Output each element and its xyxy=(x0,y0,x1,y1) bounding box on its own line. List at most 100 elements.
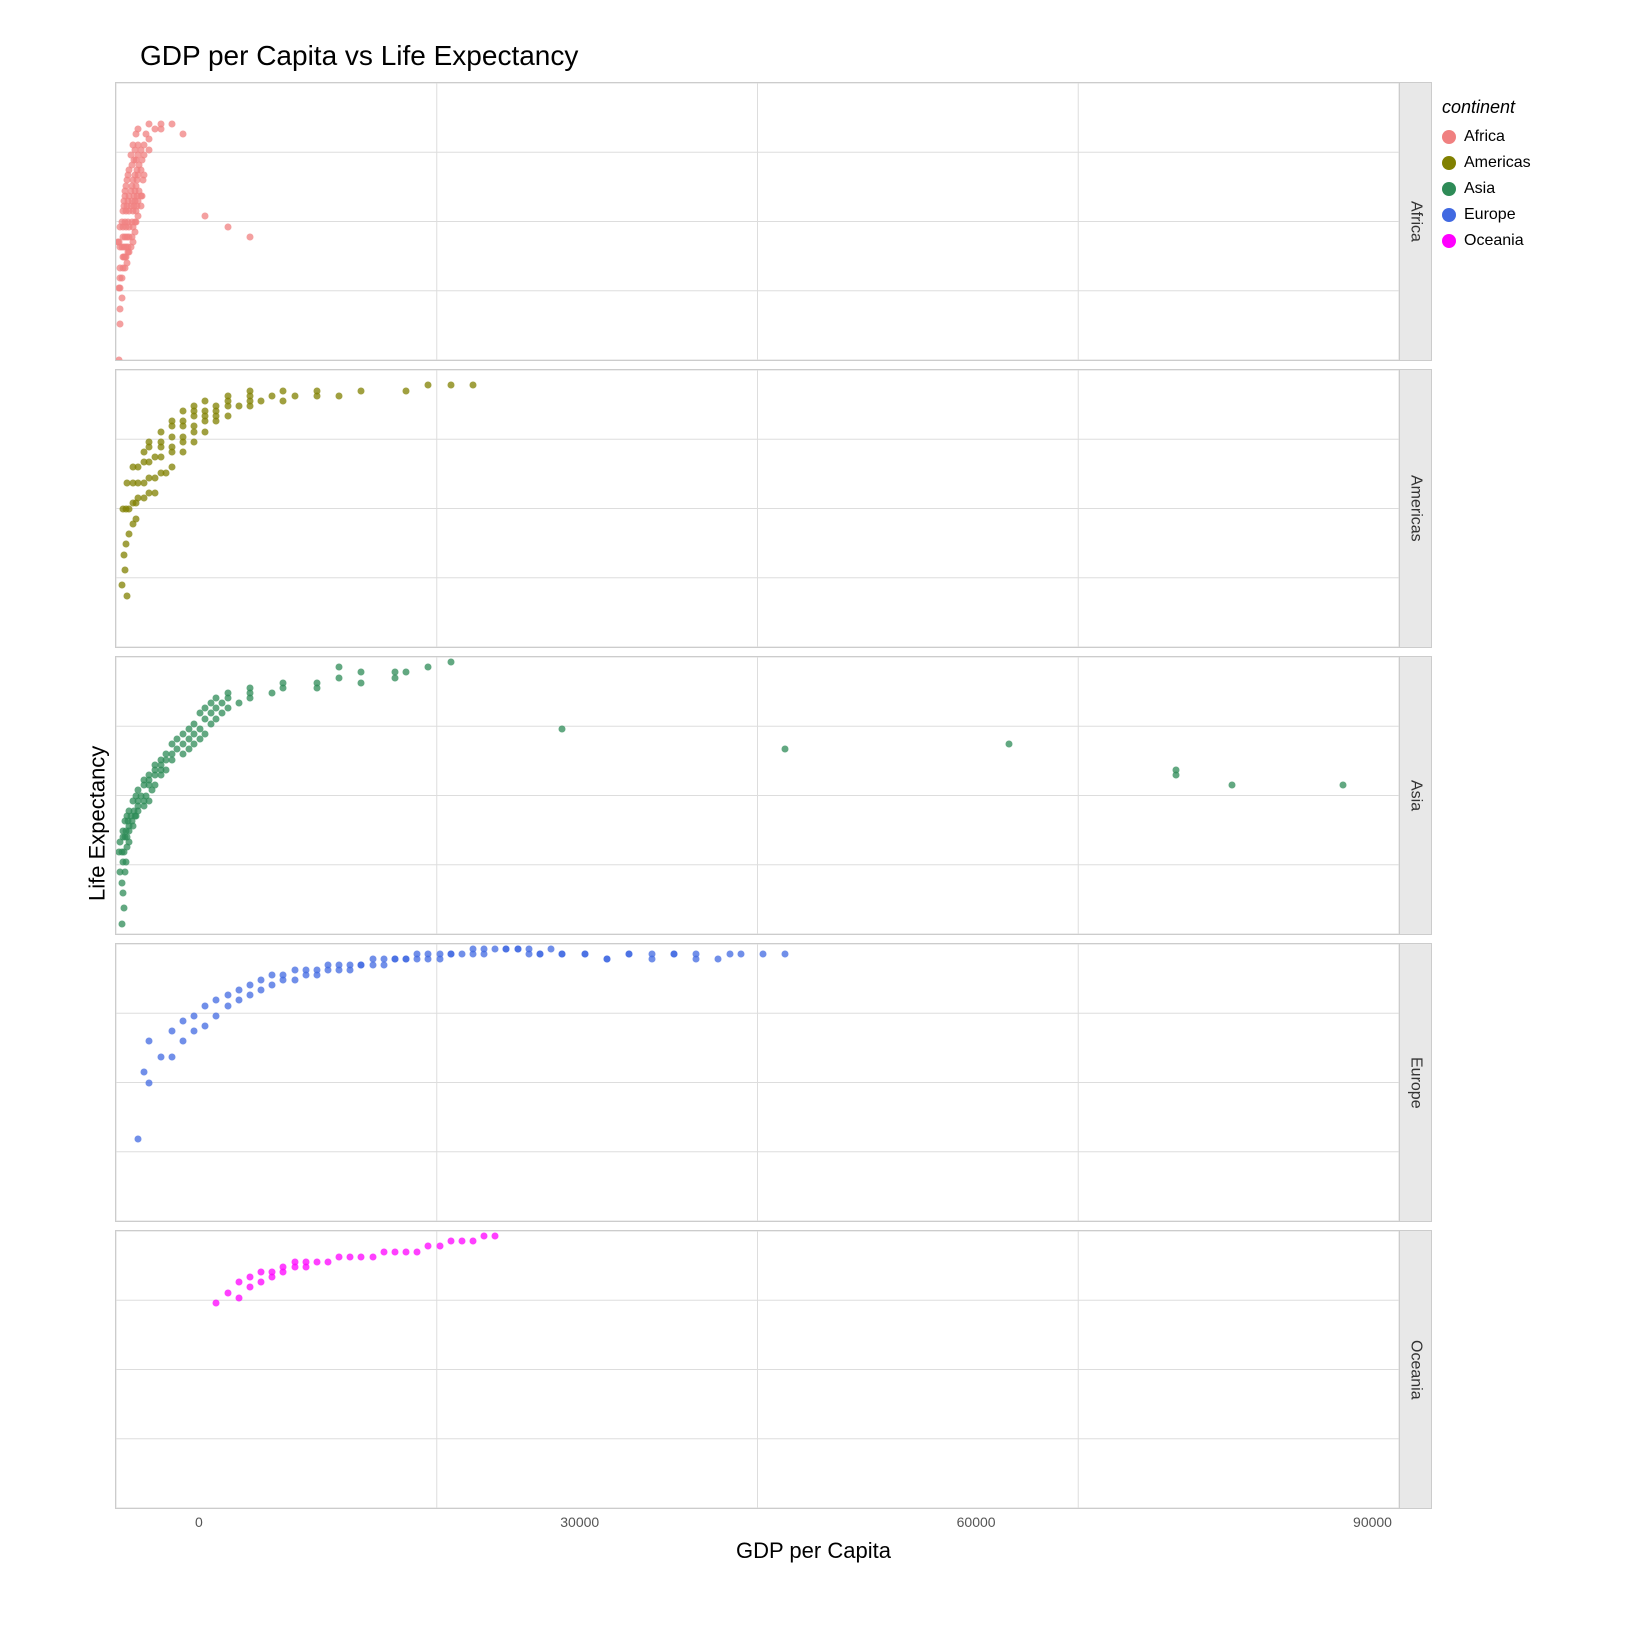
data-point xyxy=(782,746,789,753)
data-point xyxy=(246,1274,253,1281)
data-point xyxy=(358,679,365,686)
data-point xyxy=(358,387,365,394)
data-point xyxy=(369,956,376,963)
data-point xyxy=(258,1279,265,1286)
data-point xyxy=(525,951,532,958)
legend-item-asia: Asia xyxy=(1442,180,1495,198)
data-point xyxy=(213,1299,220,1306)
data-point xyxy=(470,946,477,953)
data-point xyxy=(224,992,231,999)
y-axis-label: Life Expectancy xyxy=(80,82,115,1564)
legend-dot-oceania xyxy=(1442,234,1456,248)
data-point xyxy=(269,982,276,989)
data-point xyxy=(380,956,387,963)
data-point xyxy=(152,490,159,497)
legend-dot-americas xyxy=(1442,156,1456,170)
grid-asia xyxy=(116,657,1399,934)
grid-americas xyxy=(116,370,1399,647)
data-point xyxy=(157,121,164,128)
data-point xyxy=(1340,782,1347,789)
data-point xyxy=(715,956,722,963)
chart-container: GDP per Capita vs Life Expectancy Life E… xyxy=(0,0,1632,1632)
data-point xyxy=(157,428,164,435)
facet-panel-americas: 806040 Americas xyxy=(115,369,1432,648)
legend-item-oceania: Oceania xyxy=(1442,232,1524,250)
data-point xyxy=(146,1079,153,1086)
data-point xyxy=(559,951,566,958)
data-point xyxy=(693,951,700,958)
data-point xyxy=(280,679,287,686)
data-point xyxy=(118,920,125,927)
data-point xyxy=(118,295,125,302)
data-point xyxy=(146,146,153,153)
data-point xyxy=(118,879,125,886)
data-point xyxy=(224,705,231,712)
data-point xyxy=(224,1002,231,1009)
data-point xyxy=(324,961,331,968)
data-point xyxy=(280,387,287,394)
panel-label-africa: Africa xyxy=(1399,83,1431,360)
data-point xyxy=(133,515,140,522)
facet-panel-asia: 806040 Asia xyxy=(115,656,1432,935)
data-point xyxy=(116,357,123,361)
data-point xyxy=(581,951,588,958)
data-point xyxy=(414,1248,421,1255)
data-point xyxy=(403,387,410,394)
data-point xyxy=(380,1248,387,1255)
data-point xyxy=(670,951,677,958)
data-point xyxy=(436,1243,443,1250)
legend-item-europe: Europe xyxy=(1442,206,1516,224)
data-point xyxy=(481,946,488,953)
data-point xyxy=(202,397,209,404)
legend-label-africa: Africa xyxy=(1464,128,1505,146)
data-point xyxy=(117,869,124,876)
data-point xyxy=(123,859,130,866)
data-point xyxy=(163,751,170,758)
data-point xyxy=(157,438,164,445)
data-point xyxy=(135,1135,142,1142)
data-point xyxy=(536,951,543,958)
data-point xyxy=(391,956,398,963)
data-point xyxy=(336,961,343,968)
panel-plot-oceania: 806040 xyxy=(116,1231,1399,1508)
data-point xyxy=(140,1069,147,1076)
data-point xyxy=(425,1243,432,1250)
data-point xyxy=(391,669,398,676)
data-point xyxy=(1172,771,1179,778)
data-point xyxy=(179,131,186,138)
data-point xyxy=(648,956,655,963)
x-tick-0: 0 xyxy=(195,1514,203,1530)
data-point xyxy=(258,976,265,983)
data-point xyxy=(425,664,432,671)
data-point xyxy=(135,126,142,133)
legend-label-asia: Asia xyxy=(1464,180,1495,198)
data-point xyxy=(179,418,186,425)
legend: continent Africa Americas Asia Europe xyxy=(1432,82,1612,1564)
data-point xyxy=(291,966,298,973)
data-point xyxy=(291,976,298,983)
facet-panel-africa: 806040 Africa xyxy=(115,82,1432,361)
data-point xyxy=(246,1284,253,1291)
data-point xyxy=(258,397,265,404)
data-point xyxy=(503,946,510,953)
data-point xyxy=(168,443,175,450)
data-point xyxy=(280,1263,287,1270)
data-point xyxy=(163,766,170,773)
data-point xyxy=(492,1233,499,1240)
data-point xyxy=(117,321,124,328)
data-point xyxy=(168,121,175,128)
data-point xyxy=(324,1258,331,1265)
data-point xyxy=(168,1053,175,1060)
legend-label-europe: Europe xyxy=(1464,206,1516,224)
data-point xyxy=(548,946,555,953)
x-tick-labels: 0 30000 60000 90000 xyxy=(195,1514,1432,1530)
data-point xyxy=(470,382,477,389)
data-point xyxy=(202,1002,209,1009)
data-point xyxy=(481,1233,488,1240)
data-point xyxy=(358,961,365,968)
data-point xyxy=(146,121,153,128)
grid-oceania xyxy=(116,1231,1399,1508)
data-point xyxy=(224,392,231,399)
x-axis-labels: 0 30000 60000 90000 GDP per Capita xyxy=(150,1509,1432,1564)
grid-europe xyxy=(116,944,1399,1221)
